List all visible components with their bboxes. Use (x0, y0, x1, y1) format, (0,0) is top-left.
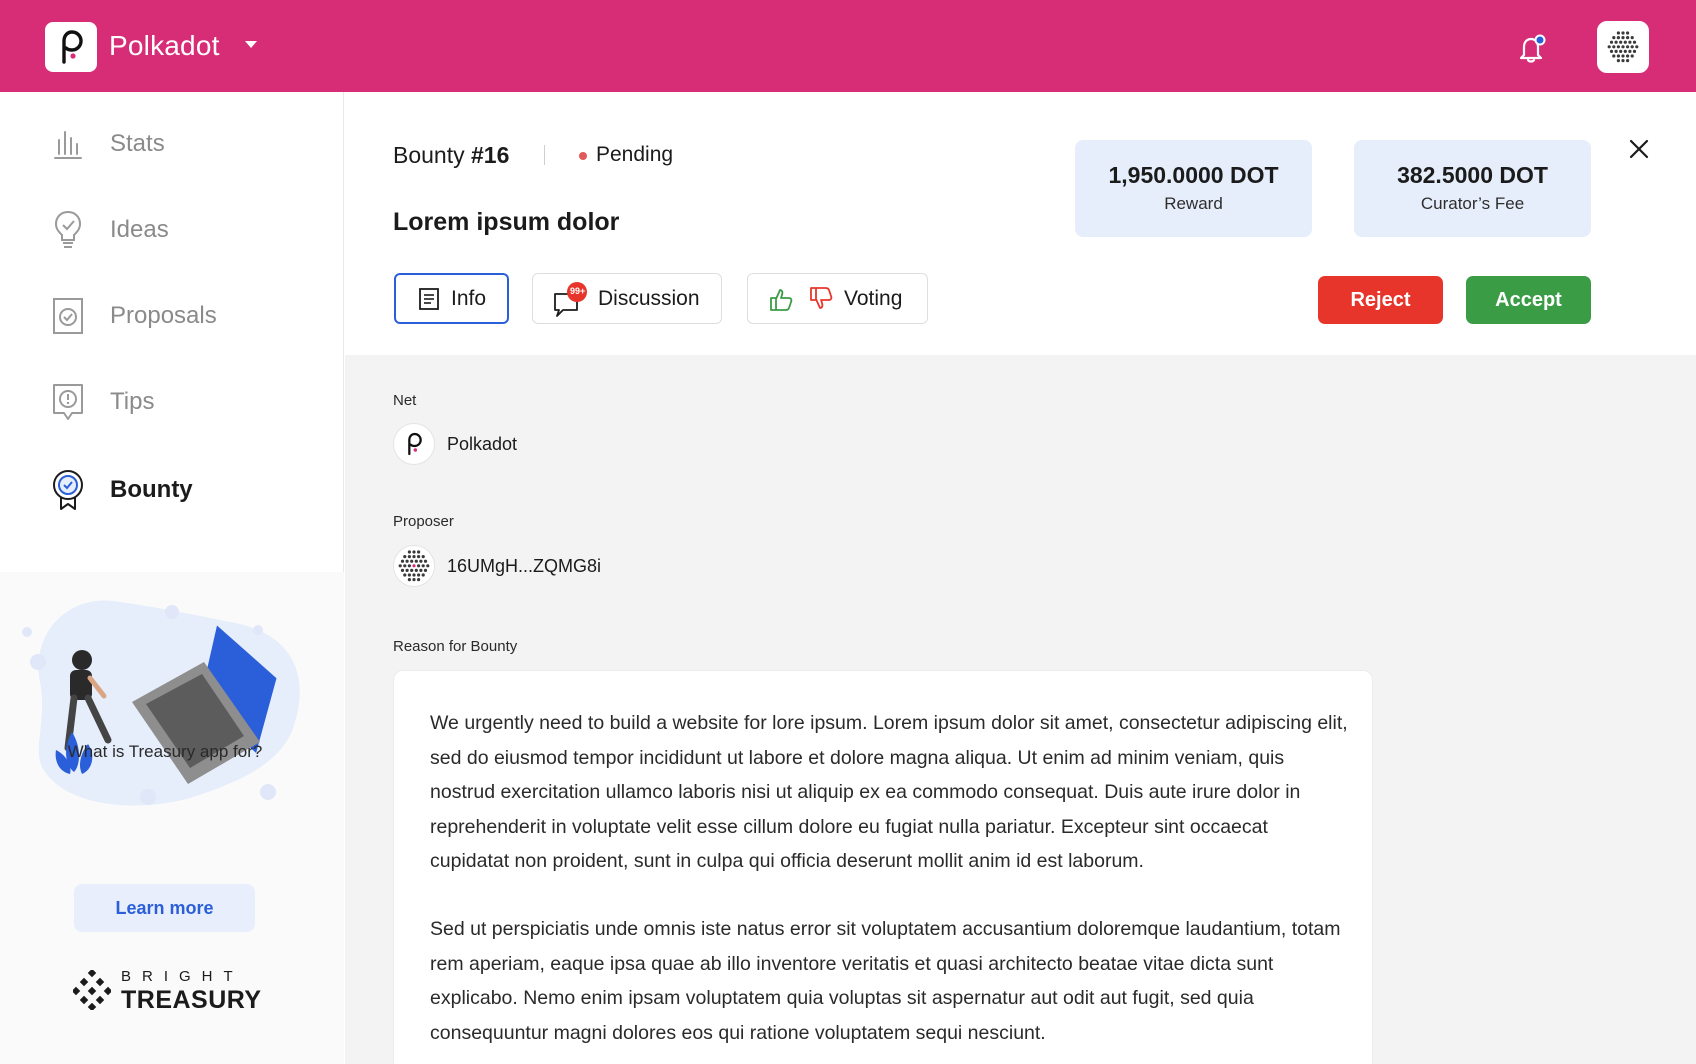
lightbulb-icon (50, 210, 86, 250)
sidebar-item-ideas[interactable]: Ideas (50, 210, 169, 250)
sidebar-item-label: Ideas (110, 216, 169, 243)
tab-label: Voting (844, 286, 903, 310)
proposal-icon (50, 296, 86, 336)
bell-icon[interactable] (1518, 32, 1548, 64)
app-header: Polkadot (0, 0, 1696, 92)
sidebar-item-tips[interactable]: Tips (50, 382, 154, 422)
promo-question: What is Treasury app for? (67, 742, 263, 761)
sidebar-item-label: Tips (110, 388, 155, 415)
status-badge: Pending (596, 143, 674, 166)
document-icon (419, 288, 439, 310)
reason-label: Reason for Bounty (393, 638, 518, 655)
accept-button[interactable]: Accept (1466, 276, 1591, 324)
network-name[interactable]: Polkadot (109, 30, 220, 62)
proposer-field[interactable]: 16UMgH...ZQMG8i (393, 545, 601, 587)
tab-info[interactable]: Info (394, 273, 509, 324)
learn-more-button[interactable]: Learn more (74, 884, 255, 932)
sidebar-item-stats[interactable]: Stats (50, 124, 165, 164)
proposer-address[interactable]: 16UMgH...ZQMG8i (447, 556, 601, 577)
net-value: Polkadot (447, 433, 518, 454)
sidebar-item-bounty[interactable]: Bounty (50, 470, 193, 510)
treasury-illustration (22, 600, 300, 806)
bounty-id-number: #16 (471, 142, 510, 168)
sidebar-item-label: Proposals (110, 302, 217, 329)
bounty-badge-icon (50, 470, 86, 510)
identicon-avatar (393, 545, 435, 587)
bright-treasury-mark-icon (73, 970, 111, 1010)
tab-label: Discussion (598, 286, 700, 310)
curator-fee-card: 382.5000 DOT Curator’s Fee (1354, 140, 1591, 237)
divider (544, 145, 545, 165)
thumbs-up-icon (770, 289, 793, 311)
bounty-id: Bounty #16 (393, 142, 509, 169)
tab-voting[interactable]: Voting (747, 273, 928, 324)
close-icon[interactable] (1626, 136, 1652, 162)
polkadot-logo-icon (393, 423, 435, 465)
tips-icon (50, 382, 86, 422)
comment-icon (554, 282, 587, 317)
net-label: Net (393, 392, 417, 409)
polkadot-logo-icon[interactable] (45, 22, 97, 72)
tab-discussion[interactable]: 99+ Discussion (532, 273, 722, 324)
reason-paragraph: We urgently need to build a website for … (430, 712, 1348, 873)
sidebar-item-label: Bounty (110, 476, 193, 503)
curator-fee-label: Curator’s Fee (1420, 194, 1525, 213)
chevron-down-icon[interactable] (245, 41, 257, 48)
reason-text: We urgently need to build a website for … (430, 706, 1348, 1064)
logo-text-small: BRIGHT (121, 968, 244, 985)
sidebar-item-proposals[interactable]: Proposals (50, 296, 217, 336)
stats-icon (50, 124, 86, 164)
identicon-avatar[interactable] (1597, 21, 1649, 73)
reward-label: Reward (1164, 194, 1223, 213)
net-field: Polkadot (393, 423, 517, 465)
status-dot-icon (579, 152, 587, 160)
page-title: Lorem ipsum dolor (393, 208, 620, 236)
sidebar-item-label: Stats (110, 130, 165, 157)
bounty-id-prefix: Bounty (393, 142, 471, 168)
bright-treasury-logo: BRIGHT TREASURY (73, 968, 263, 1016)
curator-fee-value: 382.5000 DOT (1397, 162, 1548, 188)
thumbs-down-icon (810, 287, 833, 309)
logo-text-big: TREASURY (121, 986, 262, 1014)
reward-value: 1,950.0000 DOT (1108, 162, 1279, 188)
reward-card: 1,950.0000 DOT Reward (1075, 140, 1312, 237)
proposer-label: Proposer (393, 513, 454, 530)
reason-card: We urgently need to build a website for … (393, 670, 1373, 1064)
tab-label: Info (451, 286, 487, 310)
discussion-badge: 99+ (570, 286, 586, 296)
reject-button[interactable]: Reject (1318, 276, 1443, 324)
reason-paragraph: Sed ut perspiciatis unde omnis iste natu… (430, 917, 1341, 1044)
